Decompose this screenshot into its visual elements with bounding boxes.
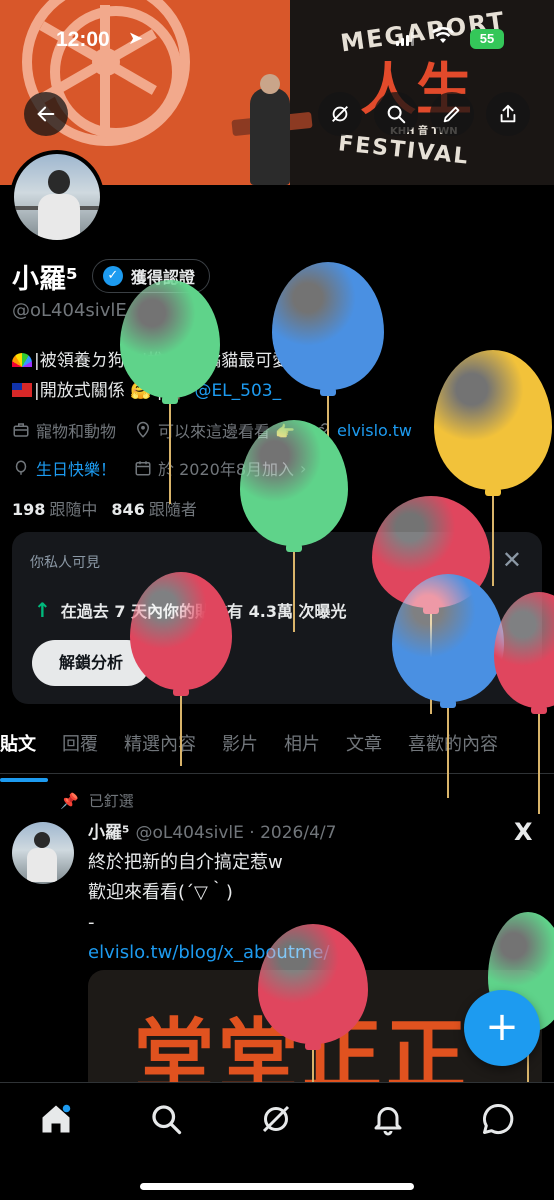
grok-icon[interactable]: [258, 1101, 294, 1137]
following-count: 198: [12, 500, 46, 519]
share-icon: [500, 104, 516, 123]
pinned-label: 已釘選: [88, 792, 134, 810]
pin-icon: 📌: [60, 791, 79, 810]
display-name: 小羅⁵: [12, 263, 78, 295]
bio-line-2a: |開放式關係: [34, 381, 125, 401]
banner-person: [250, 74, 290, 185]
status-time: 12:00: [56, 28, 110, 51]
post-handle-date: @oL404sivlE · 2026/4/7: [135, 823, 337, 843]
tab-articles[interactable]: 文章: [346, 722, 382, 773]
share-button[interactable]: [486, 92, 530, 136]
grok-button[interactable]: [318, 92, 362, 136]
x-logo-icon: X: [514, 818, 533, 846]
status-bar: 12:00 ➤ 55: [0, 22, 554, 62]
back-button[interactable]: [24, 92, 68, 136]
post-avatar[interactable]: [12, 822, 74, 884]
tab-photos[interactable]: 相片: [284, 722, 320, 773]
balloon: [392, 574, 504, 802]
briefcase-icon: [13, 423, 29, 437]
home-indicator: [140, 1183, 414, 1190]
profile-avatar[interactable]: [10, 150, 104, 244]
user-handle: @oL404sivlE: [12, 300, 127, 321]
rainbow-emoji-icon: [12, 353, 32, 367]
balloon: [240, 420, 348, 636]
compose-post-button[interactable]: +: [464, 990, 540, 1066]
balloon-icon: [15, 460, 27, 475]
post-header: 小羅⁵ @oL404sivlE · 2026/4/7: [88, 818, 336, 843]
post-line-2: 歡迎來看看(´▽｀): [88, 882, 233, 903]
arrow-up-icon: ↑: [34, 598, 51, 622]
edit-button[interactable]: [430, 92, 474, 136]
private-label: 你私人可見: [30, 555, 100, 571]
home-icon[interactable]: [38, 1101, 74, 1137]
search-icon[interactable]: [148, 1101, 184, 1137]
balloon: [120, 280, 220, 508]
pinned-indicator: 📌 已釘選: [60, 790, 134, 811]
location-arrow-icon: ➤: [128, 28, 144, 49]
balloon: [130, 572, 232, 770]
messages-icon[interactable]: [480, 1101, 516, 1137]
battery-indicator: 55: [470, 29, 504, 49]
tab-replies[interactable]: 回覆: [62, 722, 98, 773]
birthday-label[interactable]: 生日快樂！: [36, 456, 116, 480]
following-link[interactable]: 198 跟隨中: [12, 496, 97, 520]
pencil-icon: [443, 106, 460, 123]
notifications-icon[interactable]: [370, 1101, 406, 1137]
bottom-nav: [0, 1082, 554, 1200]
flag-emoji-icon: [12, 383, 32, 397]
search-icon: [387, 105, 406, 124]
balloon: [494, 592, 554, 818]
signal-icon: [396, 32, 416, 46]
following-label: 跟隨中: [49, 500, 98, 519]
post-author[interactable]: 小羅⁵: [88, 823, 129, 843]
wifi-icon: [432, 27, 454, 50]
category-item: 寵物和動物: [12, 418, 116, 442]
search-button[interactable]: [374, 92, 418, 136]
post-line-1: 終於把新的自介搞定惹w: [88, 852, 283, 873]
tab-posts[interactable]: 貼文: [0, 722, 48, 782]
category-label: 寵物和動物: [36, 422, 117, 441]
grok-icon: [332, 106, 348, 122]
birthday-item[interactable]: 生日快樂！: [12, 456, 116, 480]
arrow-left-icon: [37, 106, 55, 122]
